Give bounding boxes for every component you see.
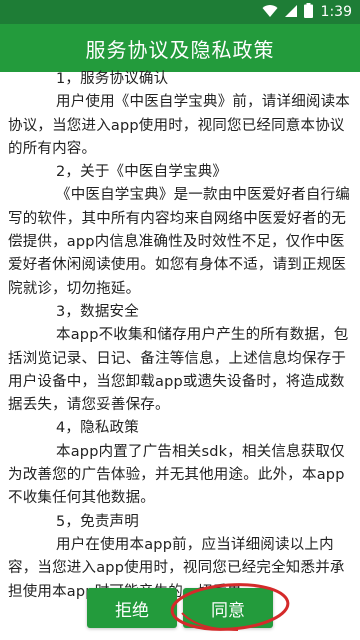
section-service-agreement: 1，服务协议确认 用户使用《中医自学宝典》前，请详细阅读本协议，当您进入app使… (8, 68, 354, 161)
section-title: 5，免责声明 (56, 513, 139, 530)
section-title: 4，隐私政策 (56, 420, 139, 437)
status-time: 1:39 (320, 4, 352, 20)
section-about: 2，关于《中医自学宝典》 《中医自学宝典》是一款由中医爱好者自行编写的软件，其中… (8, 161, 354, 301)
section-disclaimer: 5，免责声明 用户在使用本app前，应当详细阅读以上内容，当您进入app使用时，… (8, 511, 354, 604)
status-bar: 1:39 (0, 0, 360, 24)
section-data-security: 3，数据安全 本app不收集和储存用户产生的所有数据，包括浏览记录、日记、备注等… (8, 301, 354, 417)
battery-icon (303, 2, 313, 22)
section-body: 用户使用《中医自学宝典》前，请详细阅读本协议，当您进入app使用时，视同您已经同… (8, 94, 350, 157)
section-title: 2，关于《中医自学宝典》 (56, 164, 228, 181)
status-icons: 1:39 (262, 0, 352, 24)
section-body: 本app不收集和储存用户产生的所有数据，包括浏览记录、日记、备注等信息，上述信息… (8, 327, 349, 414)
section-title: 3，数据安全 (56, 303, 139, 320)
wifi-icon (262, 3, 278, 22)
agree-button[interactable]: 同意 (183, 588, 273, 628)
cellular-signal-icon (284, 3, 298, 22)
section-body: 用户在使用本app前，应当详细阅读以上内容，当您进入app使用时，视同您已经完全… (8, 536, 345, 600)
agreement-text: 1，服务协议确认 用户使用《中医自学宝典》前，请详细阅读本协议，当您进入app使… (8, 68, 354, 604)
section-body: 《中医自学宝典》是一款由中医爱好者自行编写的软件，其中所有内容均来自网络中医爱好… (8, 187, 350, 297)
reject-button[interactable]: 拒绝 (87, 588, 177, 628)
section-body: 本app内置了广告相关sdk，相关信息获取仅为改善您的广告体验，并无其他用途。此… (8, 443, 345, 507)
page-title: 服务协议及隐私政策 (85, 37, 275, 62)
app-bar: 服务协议及隐私政策 (0, 24, 360, 72)
section-privacy-policy: 4，隐私政策 本app内置了广告相关sdk，相关信息获取仅为改善您的广告体验，并… (8, 417, 354, 510)
section-title: 1，服务协议确认 (56, 71, 169, 87)
